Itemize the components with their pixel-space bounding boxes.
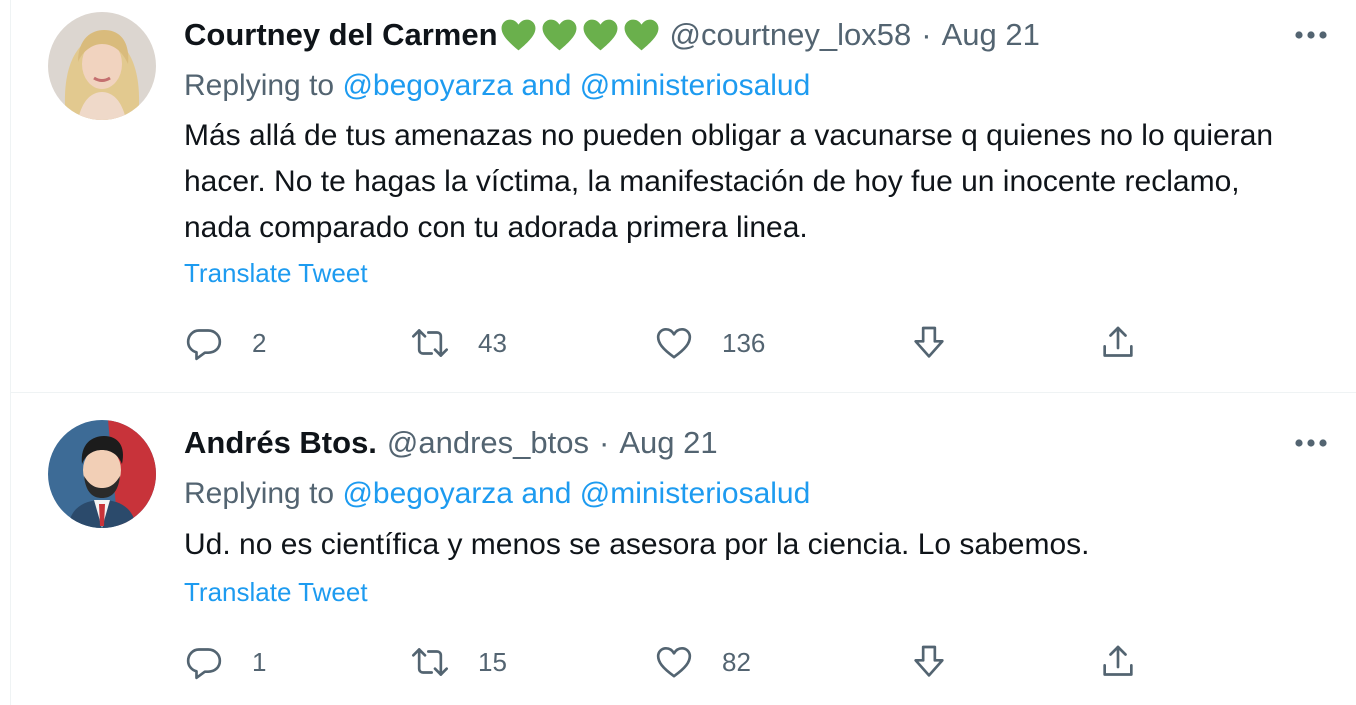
mention-link[interactable]: @begoyarza bbox=[342, 477, 513, 510]
like-button[interactable]: 136 bbox=[654, 323, 765, 363]
share-icon bbox=[1103, 645, 1133, 676]
translate-tweet-link[interactable]: Translate Tweet bbox=[184, 257, 368, 289]
green-heart-icon bbox=[624, 19, 658, 51]
more-options-button[interactable] bbox=[1291, 425, 1331, 461]
mention-conjunction: and bbox=[521, 477, 572, 510]
meta-separator: · bbox=[599, 425, 610, 460]
downvote-button[interactable] bbox=[909, 642, 949, 682]
tweet[interactable]: Courtney del Carmen @courtney_lox58 · Au… bbox=[10, 0, 1356, 393]
tweet-actions: 2 43 136 bbox=[184, 323, 1304, 363]
share-button[interactable] bbox=[1098, 323, 1138, 363]
tweet-text: Ud. no es científica y menos se asesora … bbox=[184, 528, 1090, 561]
mention-conjunction: and bbox=[521, 69, 572, 102]
downvote-icon bbox=[914, 645, 944, 677]
reply-icon bbox=[186, 329, 222, 361]
more-icon bbox=[1295, 439, 1327, 447]
tweet-actions: 1 15 82 bbox=[184, 642, 1304, 682]
like-icon bbox=[656, 647, 692, 678]
green-heart-icon bbox=[542, 19, 576, 51]
tweet-text: Más allá de tus amenazas no pueden oblig… bbox=[184, 119, 1274, 244]
share-icon bbox=[1103, 326, 1133, 357]
like-icon bbox=[656, 328, 692, 359]
tweet-header: Courtney del Carmen @courtney_lox58 · Au… bbox=[184, 17, 1040, 53]
reply-button[interactable]: 2 bbox=[184, 323, 266, 363]
retweet-count: 15 bbox=[478, 646, 507, 677]
replying-label: Replying to bbox=[184, 477, 335, 510]
green-heart-icon bbox=[501, 19, 535, 51]
reply-count: 1 bbox=[252, 646, 267, 677]
reply-icon bbox=[186, 648, 222, 680]
tweet-date[interactable]: Aug 21 bbox=[619, 425, 717, 461]
like-button[interactable]: 82 bbox=[654, 642, 751, 682]
like-count: 136 bbox=[722, 327, 766, 358]
meta-separator: · bbox=[921, 17, 932, 52]
avatar[interactable] bbox=[48, 420, 156, 528]
retweet-button[interactable]: 15 bbox=[410, 642, 507, 682]
replying-to: Replying to @begoyarza and @ministeriosa… bbox=[184, 476, 810, 512]
mention-link[interactable]: @ministeriosalud bbox=[580, 69, 811, 102]
mention-link[interactable]: @begoyarza bbox=[342, 69, 513, 102]
retweet-button[interactable]: 43 bbox=[410, 323, 507, 363]
tweet[interactable]: Andrés Btos. @andres_btos · Aug 21 Reply… bbox=[10, 393, 1356, 705]
handle[interactable]: @courtney_lox58 bbox=[670, 17, 912, 53]
replying-to: Replying to @begoyarza and @ministeriosa… bbox=[184, 68, 810, 104]
mention-link[interactable]: @ministeriosalud bbox=[580, 477, 811, 510]
more-options-button[interactable] bbox=[1291, 17, 1331, 53]
like-count: 82 bbox=[722, 646, 751, 677]
display-name[interactable]: Andrés Btos. bbox=[184, 425, 377, 461]
translate-tweet-link[interactable]: Translate Tweet bbox=[184, 576, 368, 608]
share-button[interactable] bbox=[1098, 642, 1138, 682]
reply-button[interactable]: 1 bbox=[184, 642, 266, 682]
green-heart-icon bbox=[583, 19, 617, 51]
retweet-count: 43 bbox=[478, 327, 507, 358]
tweet-header: Andrés Btos. @andres_btos · Aug 21 bbox=[184, 425, 718, 461]
downvote-button[interactable] bbox=[909, 323, 949, 363]
more-icon bbox=[1295, 31, 1327, 39]
display-name[interactable]: Courtney del Carmen bbox=[184, 17, 498, 53]
tweet-date[interactable]: Aug 21 bbox=[942, 17, 1040, 53]
retweet-icon bbox=[412, 329, 448, 357]
avatar[interactable] bbox=[48, 12, 156, 120]
retweet-icon bbox=[412, 648, 448, 676]
downvote-icon bbox=[914, 326, 944, 358]
handle[interactable]: @andres_btos bbox=[387, 425, 589, 461]
reply-count: 2 bbox=[252, 327, 267, 358]
name-emoji-badges bbox=[500, 18, 664, 52]
replying-label: Replying to bbox=[184, 69, 335, 102]
